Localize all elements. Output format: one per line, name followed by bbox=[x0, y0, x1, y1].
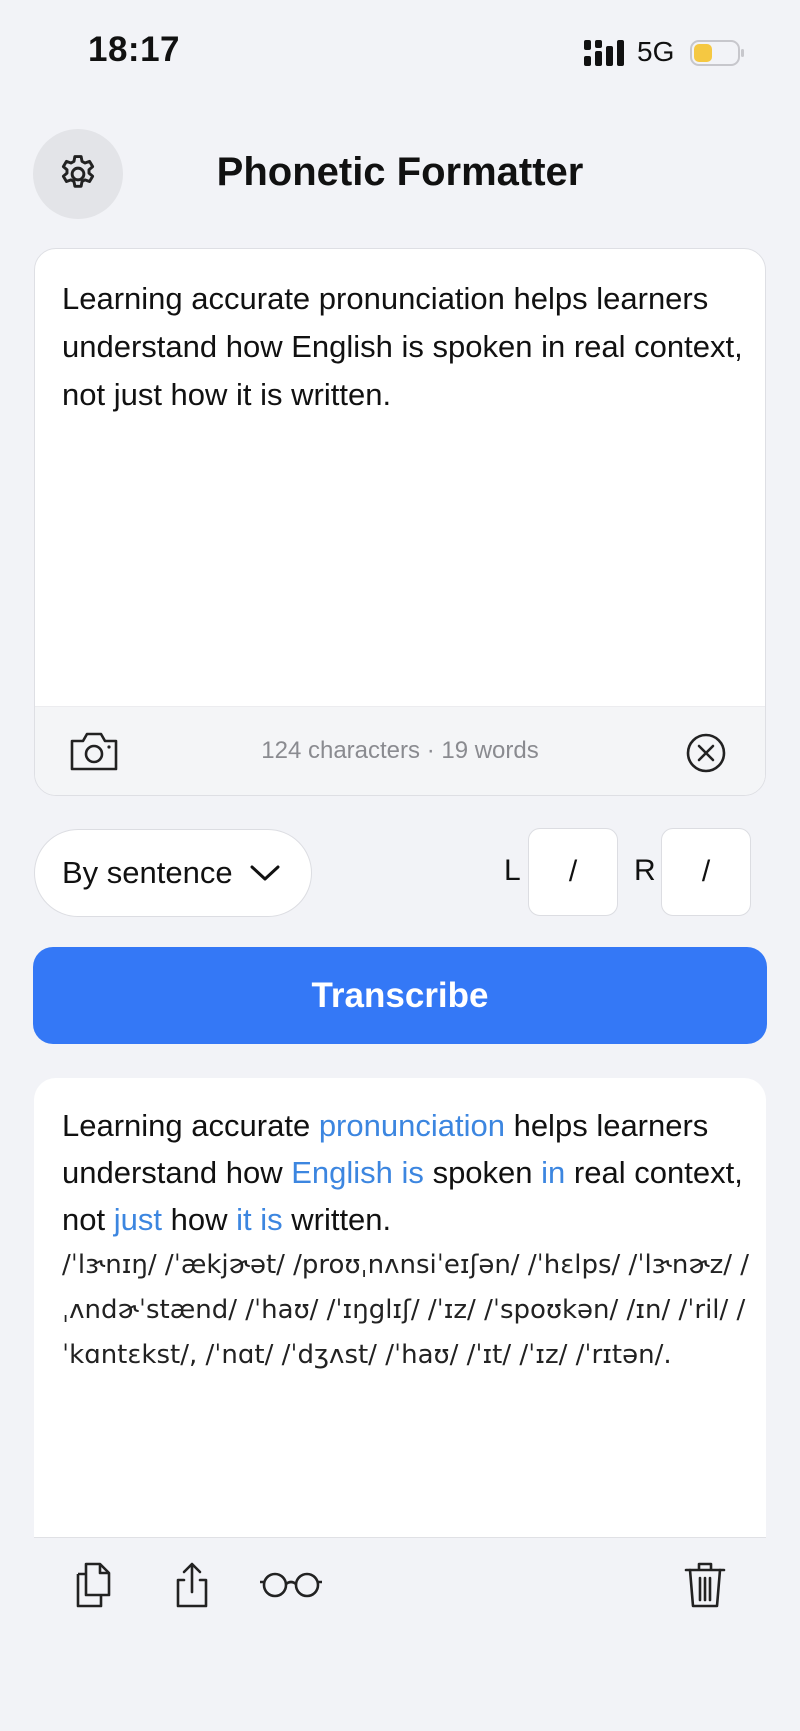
ipa-transcription: /ˈlɝnɪŋ/ /ˈækjɚət/ /proʊˌnʌnsiˈeɪʃən/ /ˈ… bbox=[62, 1250, 750, 1370]
right-delimiter-input[interactable]: / bbox=[661, 828, 751, 916]
result-word: accurate bbox=[191, 1108, 311, 1143]
result-word bbox=[162, 1202, 171, 1237]
chevron-down-icon bbox=[250, 865, 280, 881]
result-word bbox=[227, 1202, 236, 1237]
highlighted-word[interactable]: English is bbox=[291, 1155, 424, 1190]
highlighted-word[interactable]: pronunciation bbox=[319, 1108, 505, 1143]
result-word: how bbox=[225, 1155, 283, 1190]
right-delimiter-label: R bbox=[634, 854, 656, 887]
result-word bbox=[183, 1108, 192, 1143]
split-mode-dropdown[interactable]: By sentence bbox=[34, 829, 312, 917]
highlighted-word[interactable]: in bbox=[541, 1155, 565, 1190]
transcribe-button[interactable]: Transcribe bbox=[33, 947, 767, 1044]
glasses-icon[interactable] bbox=[258, 1560, 324, 1610]
share-icon[interactable] bbox=[167, 1560, 217, 1610]
result-word bbox=[310, 1108, 319, 1143]
cellular-signal-icon bbox=[584, 40, 624, 66]
result-word bbox=[217, 1155, 226, 1190]
result-word bbox=[505, 1108, 514, 1143]
result-word: written. bbox=[291, 1202, 392, 1237]
result-word: spoken bbox=[432, 1155, 533, 1190]
result-sentence: Learning accurate pronunciation helps le… bbox=[62, 1102, 762, 1243]
result-word: real bbox=[573, 1155, 626, 1190]
result-word: learners bbox=[596, 1108, 709, 1143]
result-word: how bbox=[170, 1202, 228, 1237]
split-mode-value: By sentence bbox=[62, 855, 233, 890]
result-word bbox=[533, 1155, 542, 1190]
input-footer: 124 characters · 19 words bbox=[35, 706, 765, 795]
battery-icon bbox=[690, 40, 744, 66]
result-word bbox=[565, 1155, 574, 1190]
page-title: Phonetic Formatter bbox=[216, 150, 584, 194]
source-text-input[interactable]: Learning accurate pronunciation helps le… bbox=[62, 275, 752, 419]
left-delimiter-input[interactable]: / bbox=[528, 828, 618, 916]
result-word bbox=[626, 1155, 635, 1190]
clear-circle-x-icon[interactable] bbox=[685, 732, 727, 774]
result-word: understand bbox=[62, 1155, 218, 1190]
result-word: Learning bbox=[62, 1108, 183, 1143]
result-word: helps bbox=[513, 1108, 588, 1143]
trash-icon[interactable] bbox=[680, 1560, 730, 1610]
result-word bbox=[283, 1202, 292, 1237]
highlighted-word[interactable]: it is bbox=[236, 1202, 283, 1237]
result-word bbox=[105, 1202, 114, 1237]
highlighted-word[interactable]: just bbox=[114, 1202, 162, 1237]
character-word-counter: 124 characters · 19 words bbox=[261, 737, 539, 764]
left-delimiter-label: L bbox=[504, 854, 521, 887]
result-word: not bbox=[62, 1202, 106, 1237]
input-card: Learning accurate pronunciation helps le… bbox=[34, 248, 766, 796]
copy-documents-icon[interactable] bbox=[70, 1560, 120, 1610]
result-word bbox=[424, 1155, 433, 1190]
result-card: Learning accurate pronunciation helps le… bbox=[34, 1078, 766, 1538]
network-type: 5G bbox=[637, 36, 675, 67]
result-word: context, bbox=[634, 1155, 743, 1190]
status-time: 18:17 bbox=[88, 30, 181, 69]
result-word bbox=[283, 1155, 292, 1190]
toolbar-divider bbox=[34, 1537, 766, 1538]
